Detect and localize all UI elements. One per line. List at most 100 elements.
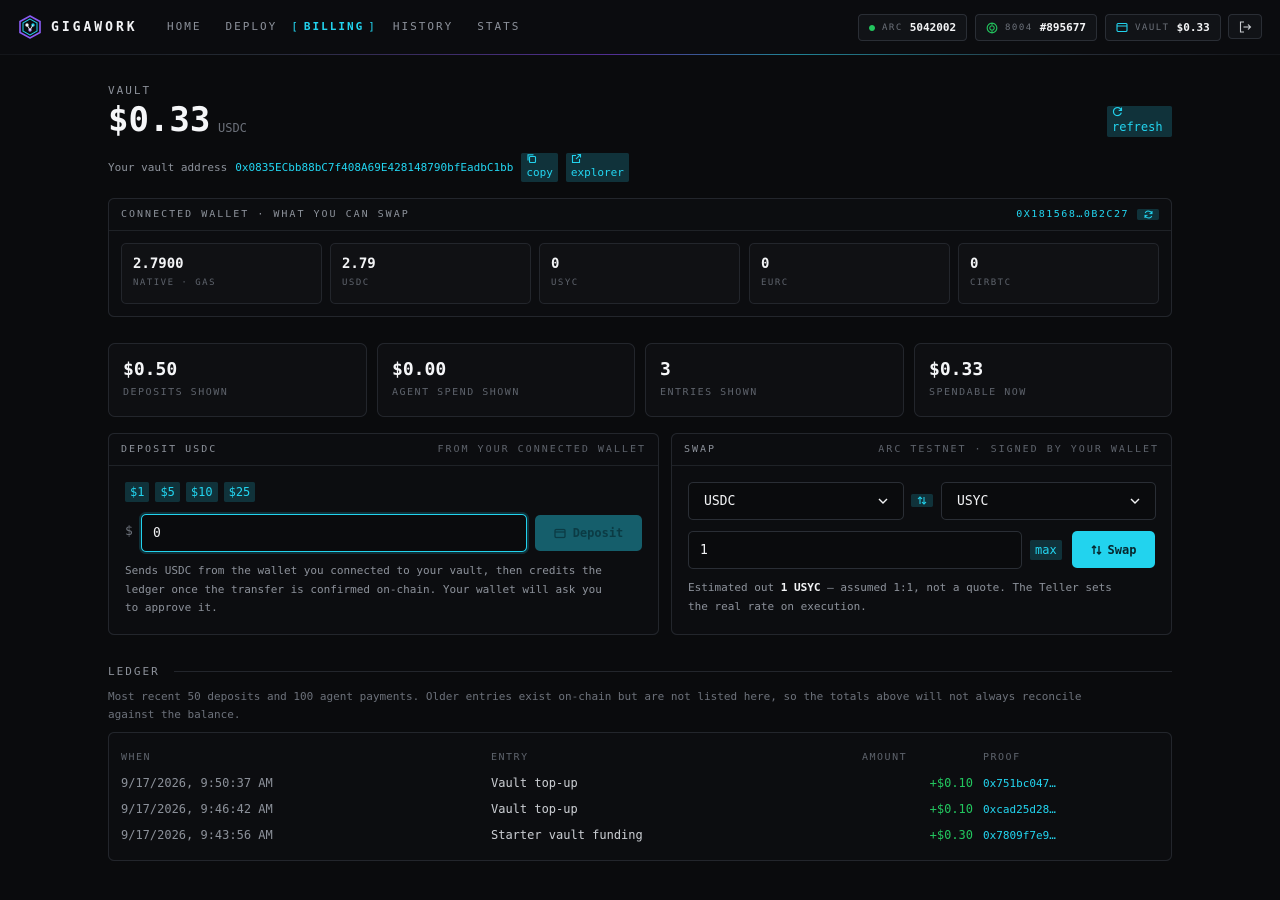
deposit-note-line: to approve it. [125, 601, 218, 614]
column-header-amount: AMOUNT [862, 752, 908, 763]
deposit-note-line: ledger once the transfer is confirmed on… [125, 582, 602, 596]
column-header-proof: PROOF [983, 752, 1021, 763]
nav-stats[interactable]: STATS [477, 20, 520, 34]
agent-id-value: #895677 [1039, 21, 1087, 34]
stat-label: ENTRIES SHOWN [660, 387, 758, 398]
swap-from-value: USDC [704, 493, 736, 509]
balance-card-cirbtc: 0 CIRBTC [958, 243, 1159, 304]
row-entry: Starter vault funding [491, 828, 643, 842]
currency-symbol: $ [125, 524, 133, 539]
stat-card-spendable: $0.33 SPENDABLE NOW [914, 343, 1172, 417]
deposit-button[interactable]: Deposit [535, 515, 642, 551]
row-proof-link[interactable]: 0xcad25d28… [983, 803, 1056, 816]
column-header-entry: ENTRY [491, 752, 529, 763]
ledger-divider [174, 671, 1172, 672]
chip-25[interactable]: $25 [223, 482, 256, 502]
vault-pill[interactable]: VAULT $0.33 [1105, 14, 1221, 41]
quick-amount-chips: $1 $5 $10 $25 [125, 482, 256, 502]
balance-card-native: 2.7900 NATIVE · GAS [121, 243, 322, 304]
vault-amount: $0.33 [108, 100, 211, 140]
connected-wallet-address[interactable]: 0X181568…0B2C27 [1016, 209, 1129, 220]
swap-to-select[interactable]: USYC [941, 482, 1156, 520]
nav-active-bracket-open: [ [291, 20, 300, 33]
swap-amount-input[interactable] [688, 531, 1022, 569]
nav-deploy[interactable]: DEPLOY [226, 20, 278, 34]
balance-value: 2.79 [342, 256, 376, 272]
nav-home[interactable]: HOME [167, 20, 202, 34]
balance-card-usyc: 0 USYC [539, 243, 740, 304]
row-when: 9/17/2026, 9:43:56 AM [121, 828, 273, 842]
agent-id-pill: 8004 #895677 [975, 14, 1098, 41]
switch-wallet-button[interactable] [1137, 209, 1159, 220]
vault-icon [1116, 22, 1128, 33]
brand-logo-icon [19, 15, 41, 39]
online-dot-icon [869, 24, 875, 31]
deposit-amount-input[interactable] [141, 514, 527, 552]
swap-from-select[interactable]: USDC [688, 482, 904, 520]
flip-direction-button[interactable] [911, 494, 933, 507]
explorer-link-button[interactable]: explorer [565, 153, 629, 182]
arc-label: ARC [882, 22, 903, 33]
row-proof-link[interactable]: 0x7809f7e9… [983, 829, 1056, 842]
balance-value: 0 [970, 256, 979, 272]
external-link-icon [571, 153, 581, 164]
vault-address-row: Your vault address 0x0835ECbb88bC7f408A6… [108, 153, 629, 183]
refresh-icon [1112, 107, 1123, 117]
ledger-title: LEDGER [108, 665, 160, 678]
max-button[interactable]: max [1030, 540, 1062, 560]
row-proof-link[interactable]: 0x751bc047… [983, 777, 1056, 790]
balance-label: CIRBTC [970, 278, 1012, 288]
stat-card-entries: 3 ENTRIES SHOWN [645, 343, 904, 417]
gas-icon [986, 22, 998, 33]
chip-10[interactable]: $10 [185, 482, 218, 502]
swap-button[interactable]: Swap [1072, 531, 1155, 568]
deposit-note: Sends USDC from the wallet you connected… [125, 562, 645, 618]
refresh-icon [1144, 210, 1152, 219]
chevron-down-icon [878, 498, 888, 504]
row-when: 9/17/2026, 9:50:37 AM [121, 776, 273, 790]
swap-to-value: USYC [957, 493, 989, 509]
swap-button-label: Swap [1107, 542, 1137, 557]
swap-arrows-icon [1091, 544, 1102, 555]
row-when: 9/17/2026, 9:46:42 AM [121, 802, 273, 816]
swap-title: SWAP [684, 444, 717, 455]
stat-card-deposits: $0.50 DEPOSITS SHOWN [108, 343, 367, 417]
nav-history[interactable]: HISTORY [393, 20, 453, 34]
row-amount: +$0.10 [929, 776, 973, 790]
ledger-note: Most recent 50 deposits and 100 agent pa… [108, 688, 1172, 724]
chip-5[interactable]: $5 [155, 482, 180, 502]
main-nav: HOME DEPLOY [BILLING] HISTORY STATS [167, 20, 544, 34]
deposit-header: DEPOSIT USDC FROM YOUR CONNECTED WALLET [109, 434, 658, 466]
balance-card-usdc: 2.79 USDC [330, 243, 531, 304]
connected-wallet-title: CONNECTED WALLET · WHAT YOU CAN SWAP [121, 209, 410, 220]
swap-arrows-icon [917, 496, 927, 505]
chip-1[interactable]: $1 [125, 482, 150, 502]
row-amount: +$0.30 [929, 828, 973, 842]
copy-label: copy [526, 166, 553, 179]
row-entry: Vault top-up [491, 776, 578, 790]
stat-value: $0.00 [392, 359, 447, 380]
swap-panel: SWAP ARC TESTNET · SIGNED BY YOUR WALLET… [671, 433, 1172, 635]
refresh-button[interactable]: refresh [1107, 106, 1172, 137]
wallet-icon [554, 528, 566, 538]
swap-note: Estimated out 1 USYC — assumed 1:1, not … [688, 579, 1158, 616]
swap-estimated-out: 1 USYC [780, 581, 821, 594]
stat-card-agent-spend: $0.00 AGENT SPEND SHOWN [377, 343, 635, 417]
swap-note-prefix: Estimated out [688, 581, 781, 594]
logout-icon [1239, 20, 1251, 33]
vault-address[interactable]: 0x0835ECbb88bC7f408A69E428148790bfEadbC1… [235, 161, 513, 174]
deposit-panel: DEPOSIT USDC FROM YOUR CONNECTED WALLET … [108, 433, 659, 635]
topbar-accent-line [0, 54, 1280, 55]
balance-label: USDC [342, 278, 370, 288]
balance-value: 0 [551, 256, 560, 272]
brand[interactable]: GIGAWORK [19, 15, 138, 39]
deposit-title: DEPOSIT USDC [121, 444, 218, 455]
balance-card-eurc: 0 EURC [749, 243, 950, 304]
copy-address-button[interactable]: copy [521, 153, 558, 182]
stat-label: SPENDABLE NOW [929, 387, 1027, 398]
nav-billing[interactable]: [BILLING] [291, 20, 377, 34]
swap-note-suffix: — assumed 1:1, not a quote. The Teller s… [820, 581, 1112, 594]
stat-value: 3 [660, 359, 671, 380]
stat-label: AGENT SPEND SHOWN [392, 387, 520, 398]
logout-button[interactable] [1228, 14, 1262, 39]
